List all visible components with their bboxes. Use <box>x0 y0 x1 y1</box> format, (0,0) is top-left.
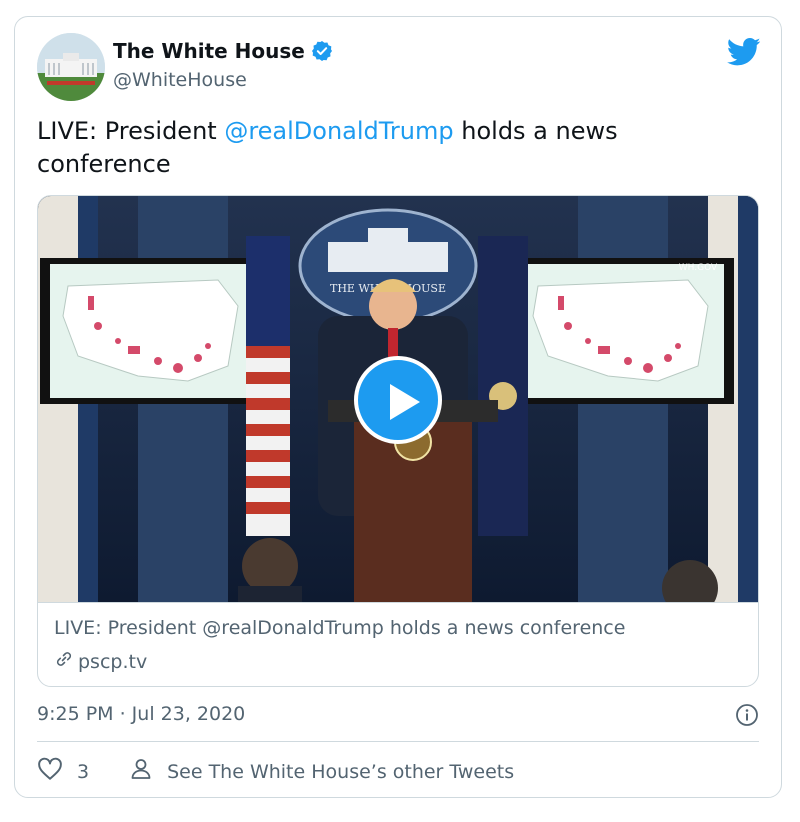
mention-link[interactable]: @realDonaldTrump <box>224 117 453 145</box>
link-title[interactable]: LIVE: President @realDonaldTrump holds a… <box>54 617 625 639</box>
link-icon <box>54 649 74 674</box>
other-tweets-link[interactable]: See The White House’s other Tweets <box>129 757 514 786</box>
link-domain-row[interactable]: pscp.tv <box>54 649 147 674</box>
heart-icon <box>37 757 63 786</box>
tweet-text: LIVE: President @realDonaldTrump holds a… <box>37 115 737 181</box>
link-preview[interactable]: LIVE: President @realDonaldTrump holds a… <box>38 602 758 686</box>
person-icon <box>129 757 153 786</box>
tweet-actions: 3 See The White House’s other Tweets <box>37 757 514 786</box>
author-handle[interactable]: @WhiteHouse <box>113 69 247 91</box>
like-count: 3 <box>77 760 90 783</box>
play-icon <box>390 384 420 420</box>
tweet-text-prefix: LIVE: President <box>37 117 225 145</box>
verified-badge-icon <box>311 40 333 62</box>
divider <box>37 741 759 742</box>
media-card[interactable]: THE WHITE HOUSE WH <box>37 195 759 687</box>
play-button[interactable] <box>354 356 442 444</box>
author-name-row[interactable]: The White House <box>113 39 333 63</box>
link-domain[interactable]: pscp.tv <box>78 651 147 673</box>
avatar[interactable] <box>37 33 105 101</box>
twitter-bird-icon[interactable] <box>726 37 761 67</box>
tweet-card: The White House @WhiteHouse LIVE: Presid… <box>14 16 782 798</box>
display-name[interactable]: The White House <box>113 39 305 63</box>
info-icon[interactable] <box>735 703 759 727</box>
tweet-timestamp[interactable]: 9:25 PM · Jul 23, 2020 <box>37 703 245 725</box>
video-watermark: WH.GOV <box>679 263 718 273</box>
other-tweets-label[interactable]: See The White House’s other Tweets <box>167 761 514 783</box>
video-thumbnail[interactable]: THE WHITE HOUSE WH <box>38 196 758 616</box>
like-button[interactable]: 3 <box>37 757 89 786</box>
